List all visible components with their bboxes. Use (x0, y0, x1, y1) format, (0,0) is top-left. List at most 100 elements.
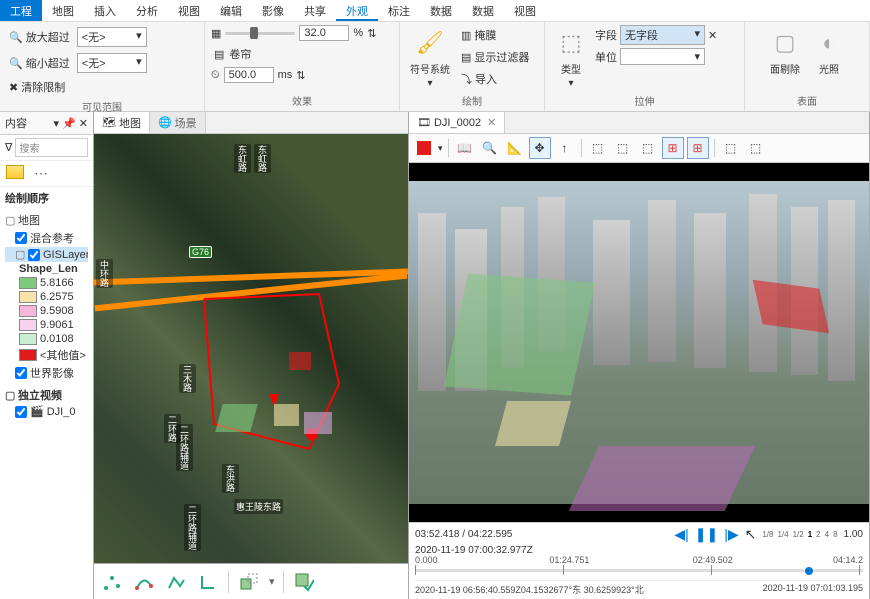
menu-view2[interactable]: 视图 (504, 0, 546, 21)
up-button[interactable]: ↑ (554, 137, 576, 159)
menu-data[interactable]: 数据 (420, 0, 462, 21)
chevron-down-icon[interactable]: ▾ (269, 575, 275, 588)
close-icon[interactable]: ✕ (487, 116, 496, 129)
blend-ref-checkbox[interactable] (15, 232, 27, 244)
menu-share[interactable]: 共享 (294, 0, 336, 21)
extrusion-type-button[interactable]: ⬚ 类型 ▾ (551, 25, 591, 91)
measure-button[interactable]: 📐 (504, 137, 526, 159)
map-view[interactable]: G76 中环路 东虹路 东虹路 三木路 二环路 二环路辅道 二环路辅道 惠王陵东… (94, 134, 408, 563)
field-dropdown[interactable]: 无字段▾ (620, 25, 705, 45)
pin-icon[interactable]: 📌 (62, 117, 76, 130)
follow-button[interactable]: ✥ (529, 137, 551, 159)
legend-item[interactable]: 0.0108 (5, 332, 88, 346)
menu-map[interactable]: 地图 (42, 0, 84, 21)
display-filters-button[interactable]: ▤显示过滤器 (458, 47, 532, 67)
legend-item[interactable]: <其他值> (5, 346, 88, 364)
flicker-icon[interactable]: ⏲ (211, 69, 220, 82)
gis-layer[interactable]: ▢ GISLayer (5, 247, 88, 262)
blend-ref-layer[interactable]: 混合参考 (5, 229, 88, 247)
face-culling-button[interactable]: ▢ 面剔除 (765, 25, 805, 78)
frame-extract-button[interactable]: ⬚ (587, 137, 609, 159)
filter-icon[interactable]: ∇ (5, 141, 12, 154)
transparency-slider[interactable] (225, 32, 295, 35)
video-checkbox[interactable] (15, 406, 27, 418)
lighting-button[interactable]: ◐ 光照 (809, 25, 849, 78)
polygon-tool[interactable] (237, 570, 261, 594)
pause-button[interactable]: ❚❚ (695, 526, 718, 543)
close-icon[interactable]: ✕ (79, 117, 88, 130)
record-color-button[interactable] (413, 137, 435, 159)
zoom-out-beyond-button[interactable]: 🔍 缩小超过 <无>▾ (6, 51, 150, 75)
menu-insert[interactable]: 插入 (84, 0, 126, 21)
zoom-out-scale-dropdown[interactable]: <无>▾ (77, 53, 147, 73)
point-tool[interactable] (100, 570, 124, 594)
metadata-button[interactable]: ⊞ (662, 137, 684, 159)
collapse-icon[interactable]: ▢ (15, 248, 25, 261)
right-angle-tool[interactable] (196, 570, 220, 594)
graphics-button[interactable]: ⊞ (687, 137, 709, 159)
trace-tool[interactable] (164, 570, 188, 594)
transparency-value[interactable]: 32.0 (299, 25, 349, 41)
menu-project[interactable]: 工程 (0, 0, 42, 21)
video-view[interactable] (409, 163, 869, 522)
timeline[interactable]: 0.000 01:24.751 02:49.502 04:14.2 (415, 559, 863, 577)
menu-view[interactable]: 视图 (168, 0, 210, 21)
symbology-icon: 🖌 (414, 27, 446, 59)
spinner-icon[interactable]: ⇅ (367, 27, 376, 40)
gis-layer-checkbox[interactable] (28, 249, 40, 261)
spinner-icon[interactable]: ⇅ (296, 69, 305, 82)
export-button[interactable]: ⬚ (720, 137, 742, 159)
flicker-value[interactable]: 500.0 (224, 67, 274, 83)
menu-data2[interactable]: 数据 (462, 0, 504, 21)
search-input[interactable]: 搜索 (15, 138, 88, 157)
toc-more-icon[interactable]: ⋯ (34, 165, 48, 182)
legend-item[interactable]: 6.2575 (5, 290, 88, 304)
tab-map[interactable]: 🗺 地图 (94, 112, 150, 133)
zoom-to-button[interactable]: 🔍 (479, 137, 501, 159)
arc-tool[interactable] (132, 570, 156, 594)
frame-tool-2[interactable]: ⬚ (612, 137, 634, 159)
zoom-in-beyond-button[interactable]: 🔍 放大超过 <无>▾ (6, 25, 150, 49)
speed-scale[interactable]: 1/81/41/2 1 248 (762, 530, 837, 539)
collapse-icon[interactable]: ▢ (5, 214, 15, 227)
field-label: 字段 (595, 27, 617, 43)
expression-button[interactable]: ✕ (708, 29, 717, 42)
menu-labeling[interactable]: 标注 (378, 0, 420, 21)
symbology-button[interactable]: 🖌 符号系统 ▾ (406, 25, 454, 91)
export-button-2[interactable]: ⬚ (745, 137, 767, 159)
tab-video[interactable]: 🎞 DJI_0002 ✕ (409, 112, 505, 133)
timeline-playhead[interactable] (805, 567, 813, 575)
zoom-in-scale-dropdown[interactable]: <无>▾ (77, 27, 147, 47)
world-imagery-layer[interactable]: 世界影像 (5, 364, 88, 382)
toc-list-by-drawing-order[interactable] (6, 165, 24, 179)
swipe-icon[interactable]: ▤卷帘 (211, 44, 254, 64)
collapse-icon[interactable]: ▢ (5, 389, 15, 402)
menu-analysis[interactable]: 分析 (126, 0, 168, 21)
legend-item[interactable]: 9.5908 (5, 304, 88, 318)
legend-item[interactable]: 5.8166 (5, 276, 88, 290)
world-imagery-checkbox[interactable] (15, 367, 27, 379)
step-forward-button[interactable]: |▶ (724, 526, 738, 543)
bookmark-button[interactable]: 📖 (454, 137, 476, 159)
mask-button[interactable]: ▥掩膜 (458, 25, 532, 45)
import-button[interactable]: ⤵导入 (458, 69, 532, 89)
menu-appearance[interactable]: 外观 (336, 0, 378, 21)
tab-scene[interactable]: 🌐 场景 (150, 112, 206, 133)
frame-tool-3[interactable]: ⬚ (637, 137, 659, 159)
video-item[interactable]: 🎬 DJI_0 (5, 404, 88, 419)
legend-label: 6.2575 (40, 291, 74, 303)
map-node[interactable]: ▢ 地图 (5, 211, 88, 229)
chevron-down-icon[interactable]: ▾ (438, 143, 443, 154)
main-area: 内容 ▾ 📌 ✕ ∇ 搜索 ⋯ 绘制顺序 ▢ 地图 混合参考 (0, 112, 870, 599)
finish-tool[interactable] (292, 570, 316, 594)
standalone-video-node[interactable]: ▢ 独立视频 (5, 386, 88, 404)
menu-imagery[interactable]: 影像 (252, 0, 294, 21)
legend-item[interactable]: 9.9061 (5, 318, 88, 332)
dropdown-icon[interactable]: ▾ (54, 117, 60, 130)
ribbon: 🔍 放大超过 <无>▾ 🔍 缩小超过 <无>▾ ✖ 清除限制 可见范围 ▦ 32… (0, 22, 870, 112)
menu-edit[interactable]: 编辑 (210, 0, 252, 21)
clear-limits-button[interactable]: ✖ 清除限制 (6, 77, 68, 97)
unit-dropdown[interactable]: ▾ (620, 48, 705, 65)
step-back-button[interactable]: ◀| (674, 526, 688, 543)
layer-tree: ▢ 地图 混合参考 ▢ GISLayer Shape_Len 5.8166 6.… (0, 209, 93, 421)
